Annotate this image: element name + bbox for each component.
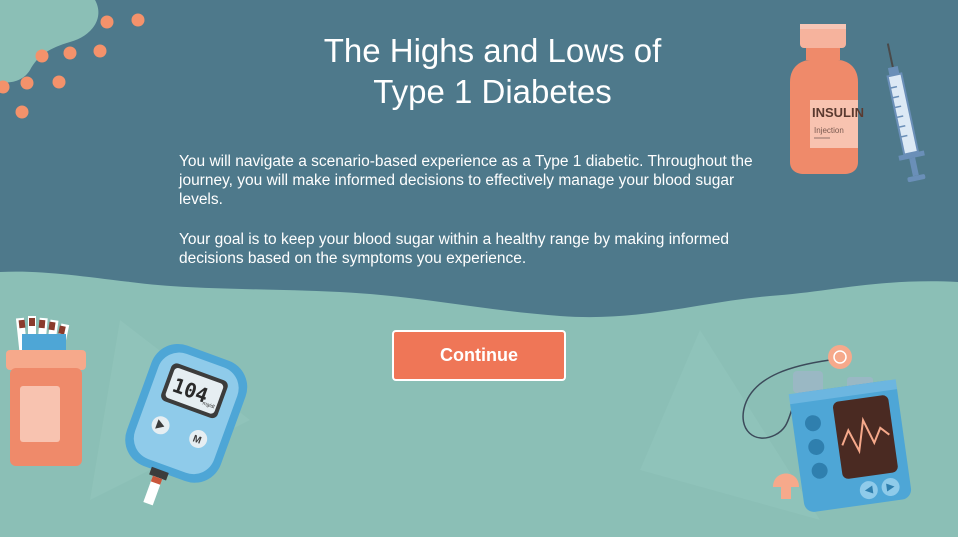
intro-paragraph-2: Your goal is to keep your blood sugar wi… <box>179 231 730 267</box>
title-line-1: The Highs and Lows of <box>323 32 662 69</box>
test-strip-jar-icon <box>6 316 86 466</box>
continue-button[interactable]: Continue <box>392 330 566 381</box>
intro-paragraph-1: You will navigate a scenario-based exper… <box>179 153 753 208</box>
title-line-2: Type 1 Diabetes <box>373 73 612 110</box>
page-title: The Highs and Lows of Type 1 Diabetes <box>200 30 785 112</box>
insulin-sublabel: Injection <box>814 126 844 135</box>
intro-screen: INSULIN Injection 104 mg/dl M The Highs … <box>0 0 958 537</box>
glucose-meter-icon: 104 mg/dl M <box>125 343 248 506</box>
insulin-pump-icon <box>742 345 912 512</box>
insulin-label: INSULIN <box>812 105 864 120</box>
syringe-icon <box>886 43 926 183</box>
decorative-dots-icon <box>0 0 145 119</box>
insulin-bottle-icon: INSULIN Injection <box>790 24 864 174</box>
